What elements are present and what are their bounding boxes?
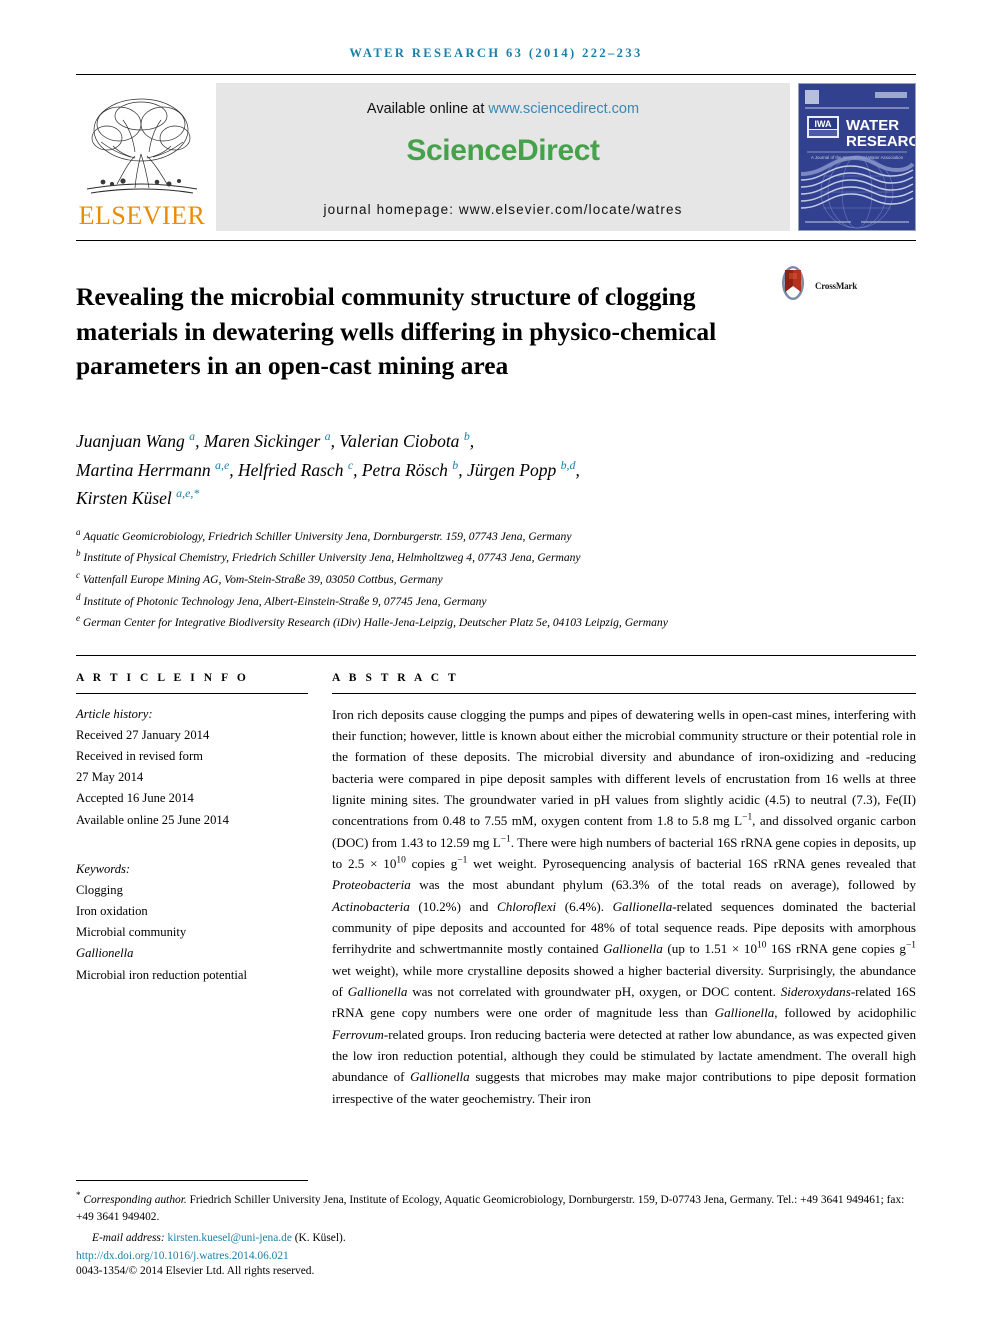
- affiliation-mark: e: [76, 613, 81, 624]
- article-history-item: Accepted 16 June 2014: [76, 791, 194, 806]
- affiliation-text: German Center for Integrative Biodiversi…: [82, 616, 668, 629]
- email-link[interactable]: kirsten.kuesel@uni-jena.de: [168, 1232, 292, 1244]
- journal-masthead: ELSEVIER Available online at www.science…: [76, 83, 916, 231]
- affiliation-list: a Aquatic Geomicrobiology, Friedrich Sch…: [76, 525, 916, 633]
- article-history: Article history: Received 27 January 201…: [76, 704, 308, 831]
- article-info-rule: [76, 692, 308, 694]
- affiliation-item: a Aquatic Geomicrobiology, Friedrich Sch…: [76, 525, 916, 547]
- affiliation-text: Institute of Photonic Technology Jena, A…: [83, 594, 487, 608]
- elsevier-logo: ELSEVIER: [76, 83, 208, 231]
- sciencedirect-wordmark: ScienceDirect: [406, 134, 600, 167]
- article-history-item: 27 May 2014: [76, 770, 144, 785]
- affiliation-mark: a: [76, 526, 81, 537]
- article-history-item: Received in revised form: [76, 749, 203, 764]
- running-head: WATER RESEARCH 63 (2014) 222–233: [349, 46, 643, 60]
- article-info-column: A R T I C L E I N F O Article history: R…: [76, 672, 308, 1109]
- journal-cover-image: IWA WATER RESEARCH A Journal of the Inte…: [798, 83, 916, 231]
- affiliation-text: Vattenfall Europe Mining AG, Vom-Stein-S…: [82, 572, 443, 586]
- author-list: Juanjuan Wang a, Maren Sickinger a, Vale…: [76, 429, 580, 508]
- abstract-column: A B S T R A C T Iron rich deposits cause…: [332, 672, 916, 1109]
- available-online-line: Available online at www.sciencedirect.co…: [367, 101, 639, 117]
- affiliation-item: d Institute of Photonic Technology Jena,…: [76, 590, 916, 612]
- email-note: E-mail address: kirsten.kuesel@uni-jena.…: [76, 1230, 916, 1247]
- affiliation-item: e German Center for Integrative Biodiver…: [76, 611, 916, 633]
- footer-divider: [76, 1180, 308, 1182]
- keyword-item: Iron oxidation: [76, 904, 148, 919]
- affiliation-item: b Institute of Physical Chemistry, Fried…: [76, 546, 916, 568]
- copyright-line: 0043-1354/© 2014 Elsevier Ltd. All right…: [76, 1265, 315, 1277]
- article-info-heading: A R T I C L E I N F O: [76, 671, 249, 684]
- elsevier-wordmark: ELSEVIER: [78, 201, 206, 230]
- header-divider-bottom: [76, 240, 916, 241]
- sciencedirect-url-link[interactable]: www.sciencedirect.com: [488, 101, 639, 117]
- affiliation-text: Institute of Physical Chemistry, Friedri…: [83, 551, 581, 565]
- svg-text:RESEARCH: RESEARCH: [846, 133, 915, 150]
- corresponding-author-note: * Corresponding author. Friedrich Schill…: [76, 1189, 916, 1226]
- keywords-label: Keywords:: [76, 861, 131, 876]
- crossmark-label: CrossMark: [815, 280, 858, 291]
- keyword-item: Gallionella: [76, 946, 134, 961]
- corresponding-author-address: Friedrich Schiller University Jena, Inst…: [76, 1194, 905, 1224]
- keyword-item: Microbial community: [76, 925, 187, 940]
- keywords-block: Keywords: Clogging Iron oxidation Microb…: [76, 859, 308, 986]
- crossmark-badge[interactable]: CrossMark: [776, 265, 857, 306]
- header-divider-top: [76, 74, 916, 75]
- svg-text:WATER: WATER: [846, 117, 899, 134]
- keyword-item: Microbial iron reduction potential: [76, 967, 248, 982]
- abstract-rule: [332, 692, 916, 694]
- doi-line: http://dx.doi.org/10.1016/j.watres.2014.…: [76, 1250, 916, 1262]
- available-online-text: Available online at: [366, 101, 489, 117]
- affiliation-mark: b: [76, 548, 81, 559]
- affiliation-mark: c: [76, 569, 81, 580]
- elsevier-tree-icon: [83, 94, 201, 202]
- affiliation-text: Aquatic Geomicrobiology, Friedrich Schil…: [83, 529, 572, 543]
- article-title: Revealing the microbial community struct…: [76, 282, 717, 381]
- journal-homepage-line: journal homepage: www.elsevier.com/locat…: [323, 202, 683, 217]
- svg-text:IWA: IWA: [815, 119, 832, 129]
- corresponding-author-label: Corresponding author.: [83, 1194, 187, 1207]
- email-label: E-mail address:: [92, 1231, 165, 1244]
- abstract-heading: A B S T R A C T: [332, 671, 459, 684]
- keyword-item: Clogging: [76, 882, 123, 897]
- info-abstract-columns: A R T I C L E I N F O Article history: R…: [76, 672, 916, 1109]
- affiliation-mark: d: [76, 591, 81, 602]
- crossmark-icon: [776, 265, 810, 306]
- info-section-divider: [76, 654, 916, 656]
- affiliation-item: c Vattenfall Europe Mining AG, Vom-Stein…: [76, 568, 916, 590]
- title-block: Revealing the microbial community struct…: [76, 263, 916, 401]
- abstract-text: Iron rich deposits cause clogging the pu…: [332, 706, 917, 1106]
- article-first-page: WATER RESEARCH 63 (2014) 222–233 ELSEVIE…: [0, 0, 992, 1323]
- corresponding-author-mark: *: [76, 1190, 81, 1201]
- article-history-item: Received 27 January 2014: [76, 727, 210, 742]
- sciencedirect-panel: Available online at www.sciencedirect.co…: [216, 83, 790, 231]
- article-history-item: Available online 25 June 2014: [76, 812, 229, 827]
- page-footer: * Corresponding author. Friedrich Schill…: [76, 1180, 916, 1277]
- email-owner: (K. Küsel).: [291, 1231, 346, 1244]
- doi-link[interactable]: http://dx.doi.org/10.1016/j.watres.2014.…: [76, 1250, 289, 1262]
- article-history-label: Article history:: [76, 706, 153, 721]
